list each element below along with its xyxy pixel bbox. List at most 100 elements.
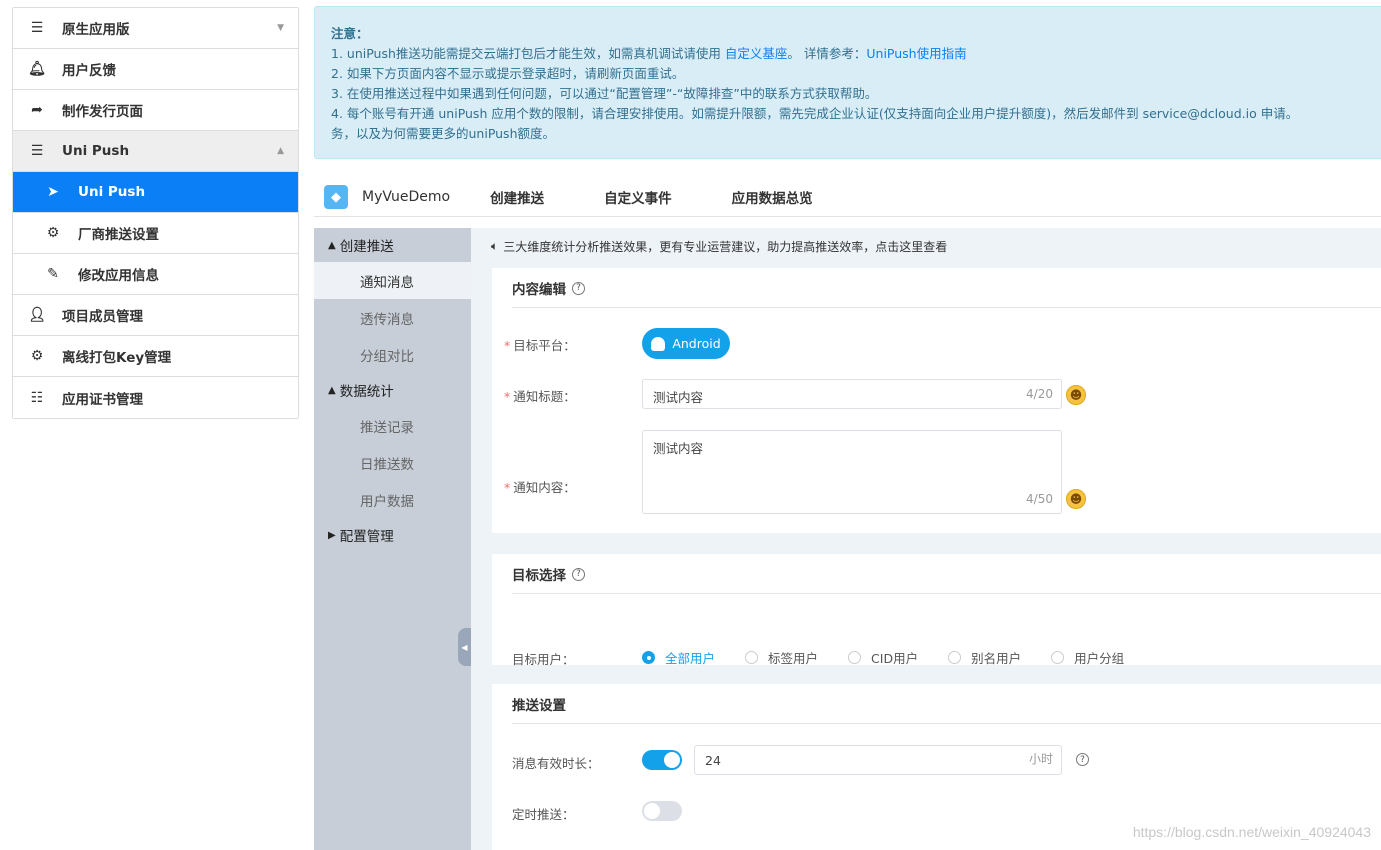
sidebar-item-certificates[interactable]: ☷ 应用证书管理 bbox=[13, 377, 298, 418]
radio-alias-users[interactable]: 别名用户 bbox=[948, 648, 1021, 667]
sidebar-item-label: 用户反馈 bbox=[62, 63, 116, 79]
radio-dot bbox=[948, 651, 962, 664]
card-title: 推送设置 bbox=[512, 694, 566, 714]
target-platform-label: * 目标平台： bbox=[504, 338, 576, 353]
help-icon[interactable]: ? bbox=[572, 281, 585, 295]
sidebar-item-vendor-push[interactable]: ⚙ 厂商推送设置 bbox=[13, 213, 298, 254]
radio-dot bbox=[1051, 651, 1065, 664]
help-icon[interactable]: ? bbox=[1076, 753, 1089, 766]
notice-line-3: 3. 在使用推送过程中如果遇到任何问题，可以通过“配置管理”-“故障排查”中的联… bbox=[331, 86, 878, 101]
push-sub-menu: ▲ 创建推送 通知消息 透传消息 分组对比 ▲ 数据统计 推送记录 日推送数 用… bbox=[314, 228, 471, 850]
app-name: MyVueDemo bbox=[362, 189, 451, 205]
char-counter: 4/50 bbox=[1026, 492, 1053, 506]
radio-tag-users[interactable]: 标签用户 bbox=[745, 648, 818, 667]
sidebar-item-label: Uni Push bbox=[78, 184, 146, 200]
sidebar-item-unipush[interactable]: ➤ Uni Push bbox=[13, 172, 298, 213]
submenu-item-passthrough[interactable]: 透传消息 bbox=[314, 299, 471, 336]
label-text: 通知标题： bbox=[513, 389, 576, 404]
notice-title: 注意： bbox=[331, 26, 369, 41]
emoji-icon[interactable]: ☻ bbox=[1066, 489, 1086, 509]
textarea-value: 测试内容 bbox=[653, 441, 704, 456]
radio-dot bbox=[848, 651, 862, 664]
label-text: 目标平台： bbox=[513, 338, 576, 353]
share-arrow-icon: ➦ bbox=[31, 102, 43, 118]
sidebar-item-members[interactable]: 👤︎ 项目成员管理 bbox=[13, 295, 298, 336]
notice-text: 1. uniPush推送功能需提交云端打包后才能生效，如需真机调试请使用 bbox=[331, 46, 725, 61]
notice-line-1: 1. uniPush推送功能需提交云端打包后才能生效，如需真机调试请使用 自定义… bbox=[331, 44, 1381, 64]
sidebar-item-offline-key[interactable]: ⚙ 离线打包Key管理 bbox=[13, 336, 298, 377]
sidebar-item-label: Uni Push bbox=[62, 143, 130, 159]
chevron-up-icon: ▲ bbox=[277, 146, 284, 156]
notification-title-input[interactable]: 测试内容 4/20 bbox=[642, 379, 1062, 409]
submenu-group-label: 创建推送 bbox=[339, 239, 394, 255]
triangle-up-icon: ▲ bbox=[328, 384, 336, 396]
sidebar-item-edit-app[interactable]: ✎ 修改应用信息 bbox=[13, 254, 298, 295]
scheduled-push-label: 定时推送： bbox=[512, 807, 575, 822]
radio-all-users[interactable]: 全部用户 bbox=[642, 648, 715, 667]
submenu-group-label: 数据统计 bbox=[339, 384, 394, 400]
radio-label: 标签用户 bbox=[768, 651, 819, 666]
custom-base-link[interactable]: 自定义基座 bbox=[725, 46, 788, 61]
notification-content-textarea[interactable]: 测试内容 4/50 bbox=[642, 430, 1062, 514]
submenu-group-create-push[interactable]: ▲ 创建推送 bbox=[314, 228, 471, 262]
target-user-radio-group: 全部用户 标签用户 CID用户 别名用户 用户分组 bbox=[642, 648, 1154, 667]
app-top-nav: ◆ MyVueDemo 创建推送 自定义事件 应用数据总览 bbox=[314, 178, 1381, 217]
target-user-label: 目标用户： bbox=[512, 652, 575, 667]
radio-dot bbox=[642, 651, 655, 664]
card-title-text: 内容编辑 bbox=[512, 282, 566, 298]
card-title-text: 推送设置 bbox=[512, 698, 566, 714]
notice-line-2: 2. 如果下方页面内容不显示或提示登录超时，请刷新页面重试。 bbox=[331, 66, 685, 81]
unipush-guide-link[interactable]: UniPush使用指南 bbox=[866, 46, 966, 61]
card-title: 内容编辑 ? bbox=[512, 278, 585, 298]
input-value: 测试内容 bbox=[653, 390, 704, 405]
submenu-group-config[interactable]: ▶ 配置管理 bbox=[314, 518, 471, 552]
radio-cid-users[interactable]: CID用户 bbox=[848, 648, 918, 667]
stats-tip[interactable]: 🔈︎ 三大维度统计分析推送效果，更有专业运营建议，助力提高推送效率，点击这里查看 bbox=[491, 238, 947, 255]
valid-duration-input[interactable]: 24 小时 bbox=[694, 745, 1062, 775]
radio-label: 别名用户 bbox=[971, 651, 1022, 666]
sidebar-item-label: 离线打包Key管理 bbox=[62, 350, 172, 366]
card-title-text: 目标选择 bbox=[512, 568, 566, 584]
submenu-item-notification[interactable]: 通知消息 bbox=[314, 262, 471, 299]
sidebar-item-feedback[interactable]: 🔔︎ 用户反馈 bbox=[13, 49, 298, 90]
collapse-menu-handle[interactable]: ◀ bbox=[458, 628, 471, 666]
submenu-group-statistics[interactable]: ▲ 数据统计 bbox=[314, 373, 471, 407]
tab-create-push[interactable]: 创建推送 bbox=[490, 187, 544, 207]
paper-plane-icon: ➤ bbox=[47, 184, 59, 200]
watermark: https://blog.csdn.net/weixin_40924043 bbox=[1132, 824, 1371, 840]
emoji-icon[interactable]: ☻ bbox=[1066, 385, 1086, 405]
scheduled-push-toggle[interactable] bbox=[642, 801, 682, 821]
app-logo-icon: ◆ bbox=[324, 185, 348, 209]
submenu-item-user-data[interactable]: 用户数据 bbox=[314, 481, 471, 518]
menu-icon: ☰ bbox=[30, 143, 44, 159]
valid-duration-label: 消息有效时长： bbox=[512, 756, 600, 771]
tip-text: 三大维度统计分析推送效果，更有专业运营建议，助力提高推送效率，点击这里查看 bbox=[503, 240, 948, 254]
target-select-card: 目标选择 ? 目标用户： 全部用户 标签用户 CID用户 别名用户 用户分组 bbox=[492, 554, 1381, 667]
triangle-right-icon: ▶ bbox=[328, 529, 336, 541]
sidebar-item-native-app[interactable]: ☰ 原生应用版 ▼ bbox=[13, 8, 298, 49]
notice-line-5: 务，以及为何需要更多的uniPush额度。 bbox=[331, 126, 555, 141]
notice-line-4: 4. 每个账号有开通 uniPush 应用个数的限制，请合理安排使用。如需提升限… bbox=[331, 106, 1299, 121]
input-value: 24 bbox=[705, 753, 721, 768]
tab-app-data-overview[interactable]: 应用数据总览 bbox=[732, 187, 813, 207]
help-icon[interactable]: ? bbox=[572, 567, 585, 581]
unit-label: 小时 bbox=[1028, 752, 1053, 766]
submenu-item-push-records[interactable]: 推送记录 bbox=[314, 407, 471, 444]
submenu-item-group-compare[interactable]: 分组对比 bbox=[314, 336, 471, 373]
sidebar-item-label: 修改应用信息 bbox=[78, 268, 159, 284]
sidebar-item-release-page[interactable]: ➦ 制作发行页面 bbox=[13, 90, 298, 131]
tab-custom-events[interactable]: 自定义事件 bbox=[604, 187, 672, 207]
content-edit-card: 内容编辑 ? * 目标平台： Android * 通知标题： 测试内容 4/20 ☻… bbox=[492, 268, 1381, 533]
speaker-icon: 🔈︎ bbox=[491, 239, 499, 253]
sidebar-item-unipush-group[interactable]: ☰ Uni Push ▲ bbox=[13, 131, 298, 172]
notification-title-label: * 通知标题： bbox=[504, 389, 576, 404]
submenu-item-daily-pushes[interactable]: 日推送数 bbox=[314, 444, 471, 481]
android-platform-button[interactable]: Android bbox=[642, 328, 730, 359]
char-counter: 4/20 bbox=[1026, 387, 1053, 401]
label-text: 通知内容： bbox=[513, 480, 576, 495]
valid-duration-toggle[interactable] bbox=[642, 750, 682, 770]
gear-icon: ⚙ bbox=[46, 225, 60, 241]
sidebar-item-label: 原生应用版 bbox=[62, 22, 130, 38]
sidebar-item-label: 应用证书管理 bbox=[62, 391, 143, 408]
radio-user-groups[interactable]: 用户分组 bbox=[1051, 648, 1124, 667]
